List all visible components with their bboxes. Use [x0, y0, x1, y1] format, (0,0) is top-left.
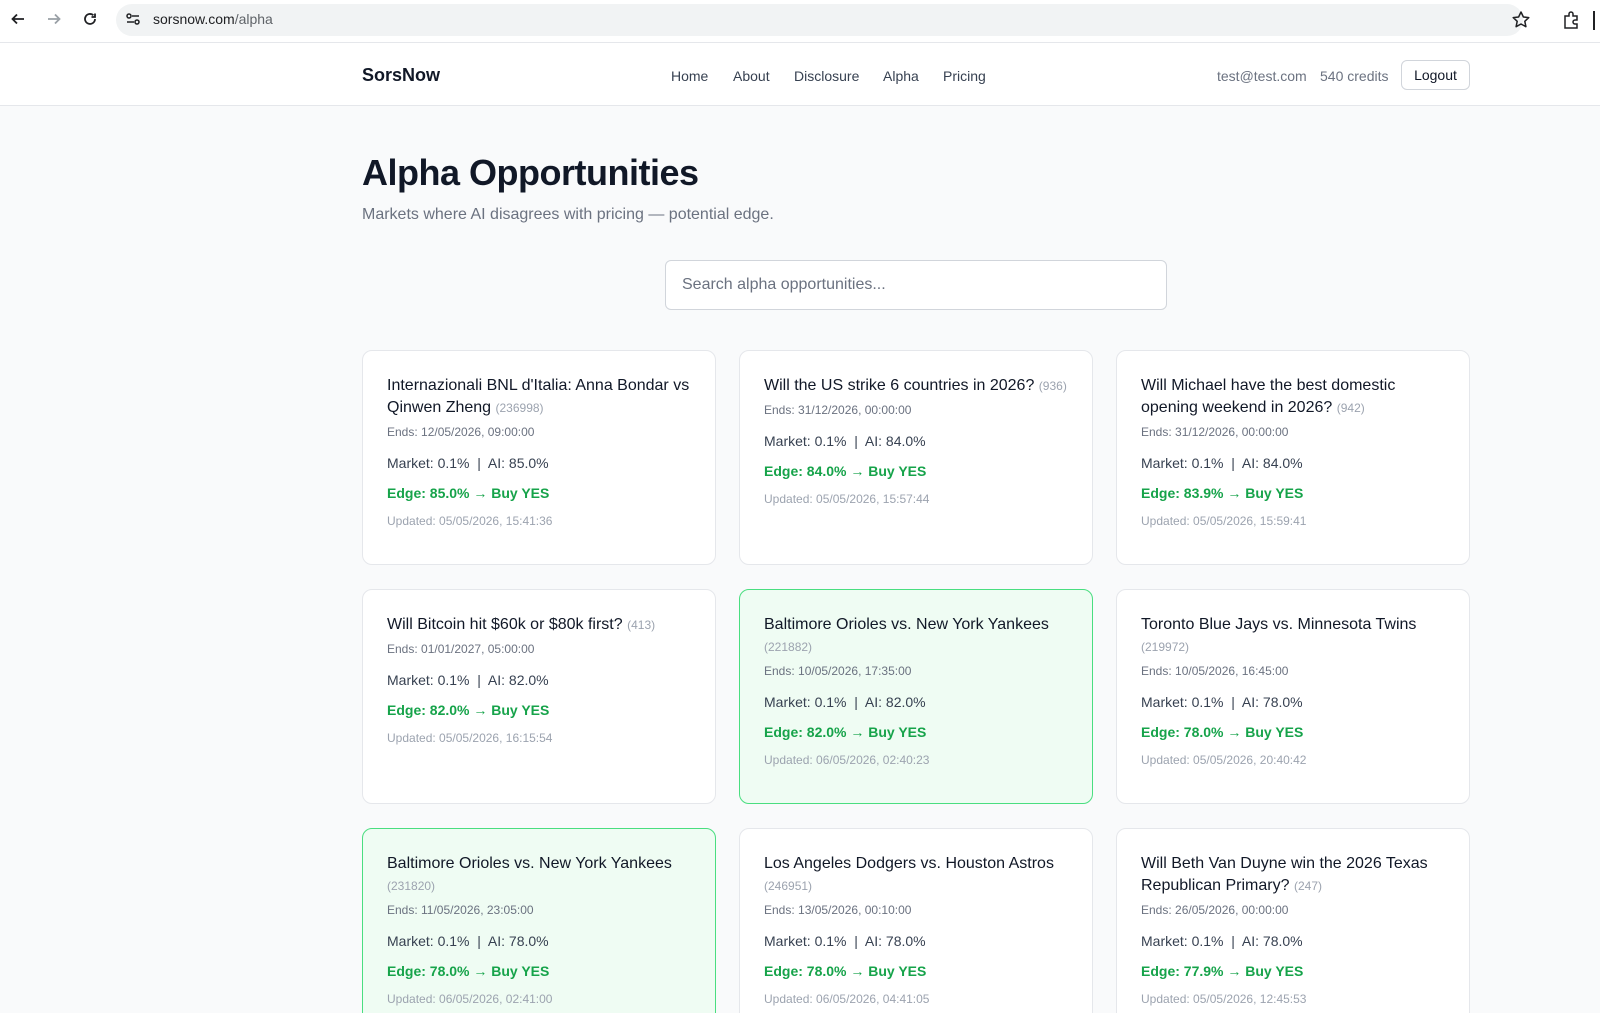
logout-button[interactable]: Logout	[1401, 60, 1470, 90]
site-header: SorsNow Home About Disclosure Alpha Pric…	[0, 43, 1600, 106]
back-icon[interactable]	[7, 8, 29, 30]
opportunity-card[interactable]: Baltimore Orioles vs. New York Yankees (…	[739, 589, 1093, 804]
card-market-ai: Market: 0.1% | AI: 78.0%	[1141, 933, 1303, 949]
nav-pricing[interactable]: Pricing	[943, 68, 986, 84]
card-updated: Updated: 06/05/2026, 04:41:05	[764, 992, 930, 1006]
card-ends: Ends: 13/05/2026, 00:10:00	[764, 903, 912, 917]
card-market-ai: Market: 0.1% | AI: 85.0%	[387, 455, 549, 471]
credits-count: 540 credits	[1320, 68, 1389, 84]
url-host: sorsnow.com	[153, 11, 235, 27]
card-title: Baltimore Orioles vs. New York Yankees	[387, 855, 672, 872]
card-id: (221882)	[764, 640, 813, 654]
card-id: (413)	[627, 618, 656, 632]
page-title: Alpha Opportunities	[362, 152, 699, 193]
card-ends: Ends: 31/12/2026, 00:00:00	[1141, 425, 1289, 439]
card-market-ai: Market: 0.1% | AI: 78.0%	[1141, 694, 1303, 710]
card-edge: Edge: 83.9% → Buy YES	[1141, 485, 1304, 501]
opportunity-card[interactable]: Will the US strike 6 countries in 2026? …	[739, 350, 1093, 565]
nav-home[interactable]: Home	[671, 68, 708, 84]
card-title: Will the US strike 6 countries in 2026?	[764, 377, 1035, 394]
card-edge: Edge: 78.0% → Buy YES	[387, 963, 550, 979]
card-market-ai: Market: 0.1% | AI: 84.0%	[764, 433, 926, 449]
url-path: /alpha	[234, 11, 273, 27]
card-edge: Edge: 82.0% → Buy YES	[387, 702, 550, 718]
reload-icon[interactable]	[79, 8, 101, 30]
bookmark-star-icon[interactable]	[1510, 9, 1532, 31]
card-ends: Ends: 12/05/2026, 09:00:00	[387, 425, 535, 439]
url-text[interactable]: sorsnow.com/alpha	[153, 11, 273, 27]
card-title: Will Bitcoin hit $60k or $80k first?	[387, 616, 623, 633]
text-cursor	[1593, 11, 1595, 30]
card-market-ai: Market: 0.1% | AI: 82.0%	[764, 694, 926, 710]
card-market-ai: Market: 0.1% | AI: 78.0%	[387, 933, 549, 949]
user-email: test@test.com	[1217, 68, 1307, 84]
card-updated: Updated: 05/05/2026, 15:59:41	[1141, 514, 1307, 528]
card-id: (231820)	[387, 879, 436, 893]
card-id: (936)	[1038, 379, 1067, 393]
card-id: (246951)	[764, 879, 813, 893]
nav-disclosure[interactable]: Disclosure	[794, 68, 859, 84]
card-updated: Updated: 06/05/2026, 02:41:00	[387, 992, 553, 1006]
card-title: Toronto Blue Jays vs. Minnesota Twins	[1141, 616, 1417, 633]
browser-toolbar: sorsnow.com/alpha	[0, 0, 1600, 43]
opportunity-card[interactable]: Baltimore Orioles vs. New York Yankees (…	[362, 828, 716, 1013]
opportunity-card[interactable]: Los Angeles Dodgers vs. Houston Astros (…	[739, 828, 1093, 1013]
card-id: (942)	[1336, 401, 1365, 415]
card-ends: Ends: 10/05/2026, 17:35:00	[764, 664, 912, 678]
page-subtitle: Markets where AI disagrees with pricing …	[362, 206, 774, 223]
card-title: Baltimore Orioles vs. New York Yankees	[764, 616, 1049, 633]
card-ends: Ends: 01/01/2027, 05:00:00	[387, 642, 535, 656]
opportunity-card[interactable]: Will Bitcoin hit $60k or $80k first? (41…	[362, 589, 716, 804]
card-ends: Ends: 11/05/2026, 23:05:00	[387, 903, 534, 917]
address-bar[interactable]	[116, 4, 1523, 36]
card-updated: Updated: 05/05/2026, 15:57:44	[764, 492, 930, 506]
card-ends: Ends: 31/12/2026, 00:00:00	[764, 403, 912, 417]
card-title: Los Angeles Dodgers vs. Houston Astros	[764, 855, 1054, 872]
card-updated: Updated: 05/05/2026, 15:41:36	[387, 514, 553, 528]
card-ends: Ends: 10/05/2026, 16:45:00	[1141, 664, 1289, 678]
card-updated: Updated: 05/05/2026, 16:15:54	[387, 731, 553, 745]
card-id: (236998)	[495, 401, 544, 415]
card-ends: Ends: 26/05/2026, 00:00:00	[1141, 903, 1289, 917]
card-market-ai: Market: 0.1% | AI: 78.0%	[764, 933, 926, 949]
site-settings-icon[interactable]	[124, 10, 142, 28]
card-market-ai: Market: 0.1% | AI: 82.0%	[387, 672, 549, 688]
nav-alpha[interactable]: Alpha	[883, 68, 919, 84]
forward-icon[interactable]	[43, 8, 65, 30]
opportunity-card[interactable]: Will Michael have the best domestic open…	[1116, 350, 1470, 565]
card-updated: Updated: 05/05/2026, 12:45:53	[1141, 992, 1307, 1006]
opportunity-card[interactable]: Internazionali BNL d'Italia: Anna Bondar…	[362, 350, 716, 565]
card-edge: Edge: 85.0% → Buy YES	[387, 485, 550, 501]
nav-about[interactable]: About	[733, 68, 770, 84]
brand-logo[interactable]: SorsNow	[362, 65, 440, 86]
card-market-ai: Market: 0.1% | AI: 84.0%	[1141, 455, 1303, 471]
card-updated: Updated: 06/05/2026, 02:40:23	[764, 753, 930, 767]
card-title: Will Beth Van Duyne win the 2026 Texas R…	[1141, 855, 1428, 894]
card-edge: Edge: 77.9% → Buy YES	[1141, 963, 1304, 979]
card-updated: Updated: 05/05/2026, 20:40:42	[1141, 753, 1307, 767]
opportunity-card[interactable]: Toronto Blue Jays vs. Minnesota Twins (2…	[1116, 589, 1470, 804]
card-id: (247)	[1293, 879, 1322, 893]
card-edge: Edge: 84.0% → Buy YES	[764, 463, 927, 479]
search-input[interactable]	[665, 260, 1167, 310]
card-id: (219972)	[1141, 640, 1190, 654]
extensions-icon[interactable]	[1561, 9, 1583, 31]
opportunity-card[interactable]: Will Beth Van Duyne win the 2026 Texas R…	[1116, 828, 1470, 1013]
card-edge: Edge: 82.0% → Buy YES	[764, 724, 927, 740]
card-edge: Edge: 78.0% → Buy YES	[1141, 724, 1304, 740]
card-edge: Edge: 78.0% → Buy YES	[764, 963, 927, 979]
